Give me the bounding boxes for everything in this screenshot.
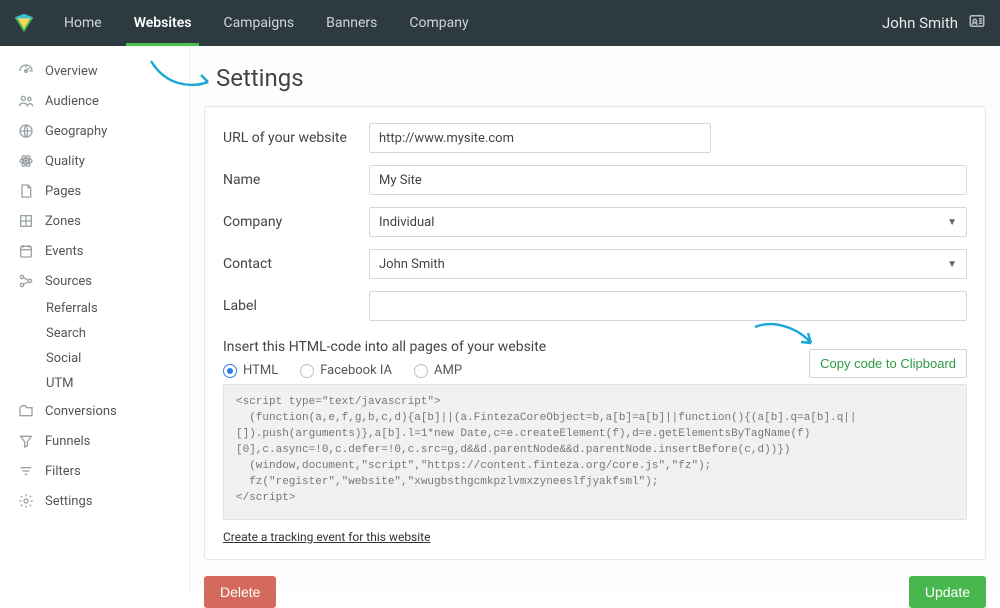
nav-campaigns[interactable]: Campaigns: [207, 0, 310, 46]
sidebar-item-label: Zones: [45, 214, 81, 229]
sidebar: Overview Audience Geography Quality Page…: [0, 46, 190, 592]
nav-company[interactable]: Company: [393, 0, 484, 46]
current-user-name[interactable]: John Smith: [882, 14, 958, 32]
sidebar-item-label: Events: [45, 244, 83, 259]
sidebar-item-sources[interactable]: Sources: [0, 266, 189, 296]
radio-dot-icon: [300, 364, 314, 378]
contact-label: Contact: [223, 256, 369, 272]
sidebar-sub-referrals[interactable]: Referrals: [0, 296, 189, 321]
nav-links: Home Websites Campaigns Banners Company: [48, 0, 485, 46]
people-icon: [18, 93, 34, 109]
filter-lines-icon: [18, 463, 34, 479]
sidebar-item-quality[interactable]: Quality: [0, 146, 189, 176]
sidebar-sub-search[interactable]: Search: [0, 321, 189, 346]
code-snippet[interactable]: <script type="text/javascript"> (functio…: [223, 384, 967, 520]
label-input[interactable]: [369, 291, 967, 321]
chevron-down-icon: ▼: [947, 259, 957, 270]
sidebar-item-label: Overview: [45, 64, 98, 79]
sidebar-item-label: Audience: [45, 94, 99, 109]
url-label: URL of your website: [223, 130, 369, 146]
company-label: Company: [223, 214, 369, 230]
folder-icon: [18, 403, 34, 419]
action-row: Delete Update: [204, 576, 986, 608]
radio-html[interactable]: HTML: [223, 363, 278, 378]
nav-home[interactable]: Home: [48, 0, 118, 46]
page-title: Settings: [190, 46, 1000, 106]
sidebar-item-label: Conversions: [45, 404, 117, 419]
sidebar-item-overview[interactable]: Overview: [0, 56, 189, 86]
sidebar-item-conversions[interactable]: Conversions: [0, 396, 189, 426]
sidebar-item-pages[interactable]: Pages: [0, 176, 189, 206]
sidebar-item-label: Settings: [45, 494, 92, 509]
app-logo: [6, 0, 42, 46]
sidebar-item-filters[interactable]: Filters: [0, 456, 189, 486]
funnel-icon: [18, 433, 34, 449]
update-button[interactable]: Update: [909, 576, 986, 608]
radio-facebook-ia[interactable]: Facebook IA: [300, 363, 392, 378]
code-format-tabs: HTML Facebook IA AMP: [223, 363, 546, 378]
calendar-icon: [18, 243, 34, 259]
create-tracking-event-link[interactable]: Create a tracking event for this website: [223, 530, 430, 544]
sources-icon: [18, 273, 34, 289]
chevron-down-icon: ▼: [947, 217, 957, 228]
code-section: Insert this HTML-code into all pages of …: [223, 339, 967, 545]
sidebar-item-label: Geography: [45, 124, 107, 139]
sidebar-item-label: Pages: [45, 184, 81, 199]
sidebar-item-audience[interactable]: Audience: [0, 86, 189, 116]
sidebar-item-settings[interactable]: Settings: [0, 486, 189, 516]
copy-code-button[interactable]: Copy code to Clipboard: [809, 349, 967, 378]
label-label: Label: [223, 298, 369, 314]
sidebar-sub-social[interactable]: Social: [0, 346, 189, 371]
delete-button[interactable]: Delete: [204, 576, 276, 608]
code-heading: Insert this HTML-code into all pages of …: [223, 339, 546, 355]
sidebar-item-zones[interactable]: Zones: [0, 206, 189, 236]
sidebar-item-events[interactable]: Events: [0, 236, 189, 266]
atom-icon: [18, 153, 34, 169]
settings-card: URL of your website Name Company Individ…: [204, 106, 986, 560]
nav-banners[interactable]: Banners: [310, 0, 393, 46]
gauge-icon: [18, 63, 34, 79]
gear-icon: [18, 493, 34, 509]
globe-icon: [18, 123, 34, 139]
sidebar-sub-utm[interactable]: UTM: [0, 371, 189, 396]
company-select[interactable]: Individual ▼: [369, 207, 967, 237]
name-input[interactable]: [369, 165, 967, 195]
radio-dot-icon: [223, 364, 237, 378]
top-nav: Home Websites Campaigns Banners Company …: [0, 0, 1000, 46]
user-badge-icon[interactable]: [968, 12, 986, 34]
sidebar-item-label: Funnels: [45, 434, 90, 449]
radio-amp[interactable]: AMP: [414, 363, 462, 378]
page-icon: [18, 183, 34, 199]
nav-websites[interactable]: Websites: [118, 0, 208, 46]
radio-dot-icon: [414, 364, 428, 378]
sidebar-item-geography[interactable]: Geography: [0, 116, 189, 146]
main-content: Settings URL of your website Name Compan…: [190, 46, 1000, 592]
grid-icon: [18, 213, 34, 229]
sidebar-item-label: Sources: [45, 274, 92, 289]
name-label: Name: [223, 172, 369, 188]
sidebar-item-label: Filters: [45, 464, 81, 479]
sidebar-item-funnels[interactable]: Funnels: [0, 426, 189, 456]
sidebar-item-label: Quality: [45, 154, 85, 169]
url-input[interactable]: [369, 123, 711, 153]
contact-select[interactable]: John Smith ▼: [369, 249, 967, 279]
